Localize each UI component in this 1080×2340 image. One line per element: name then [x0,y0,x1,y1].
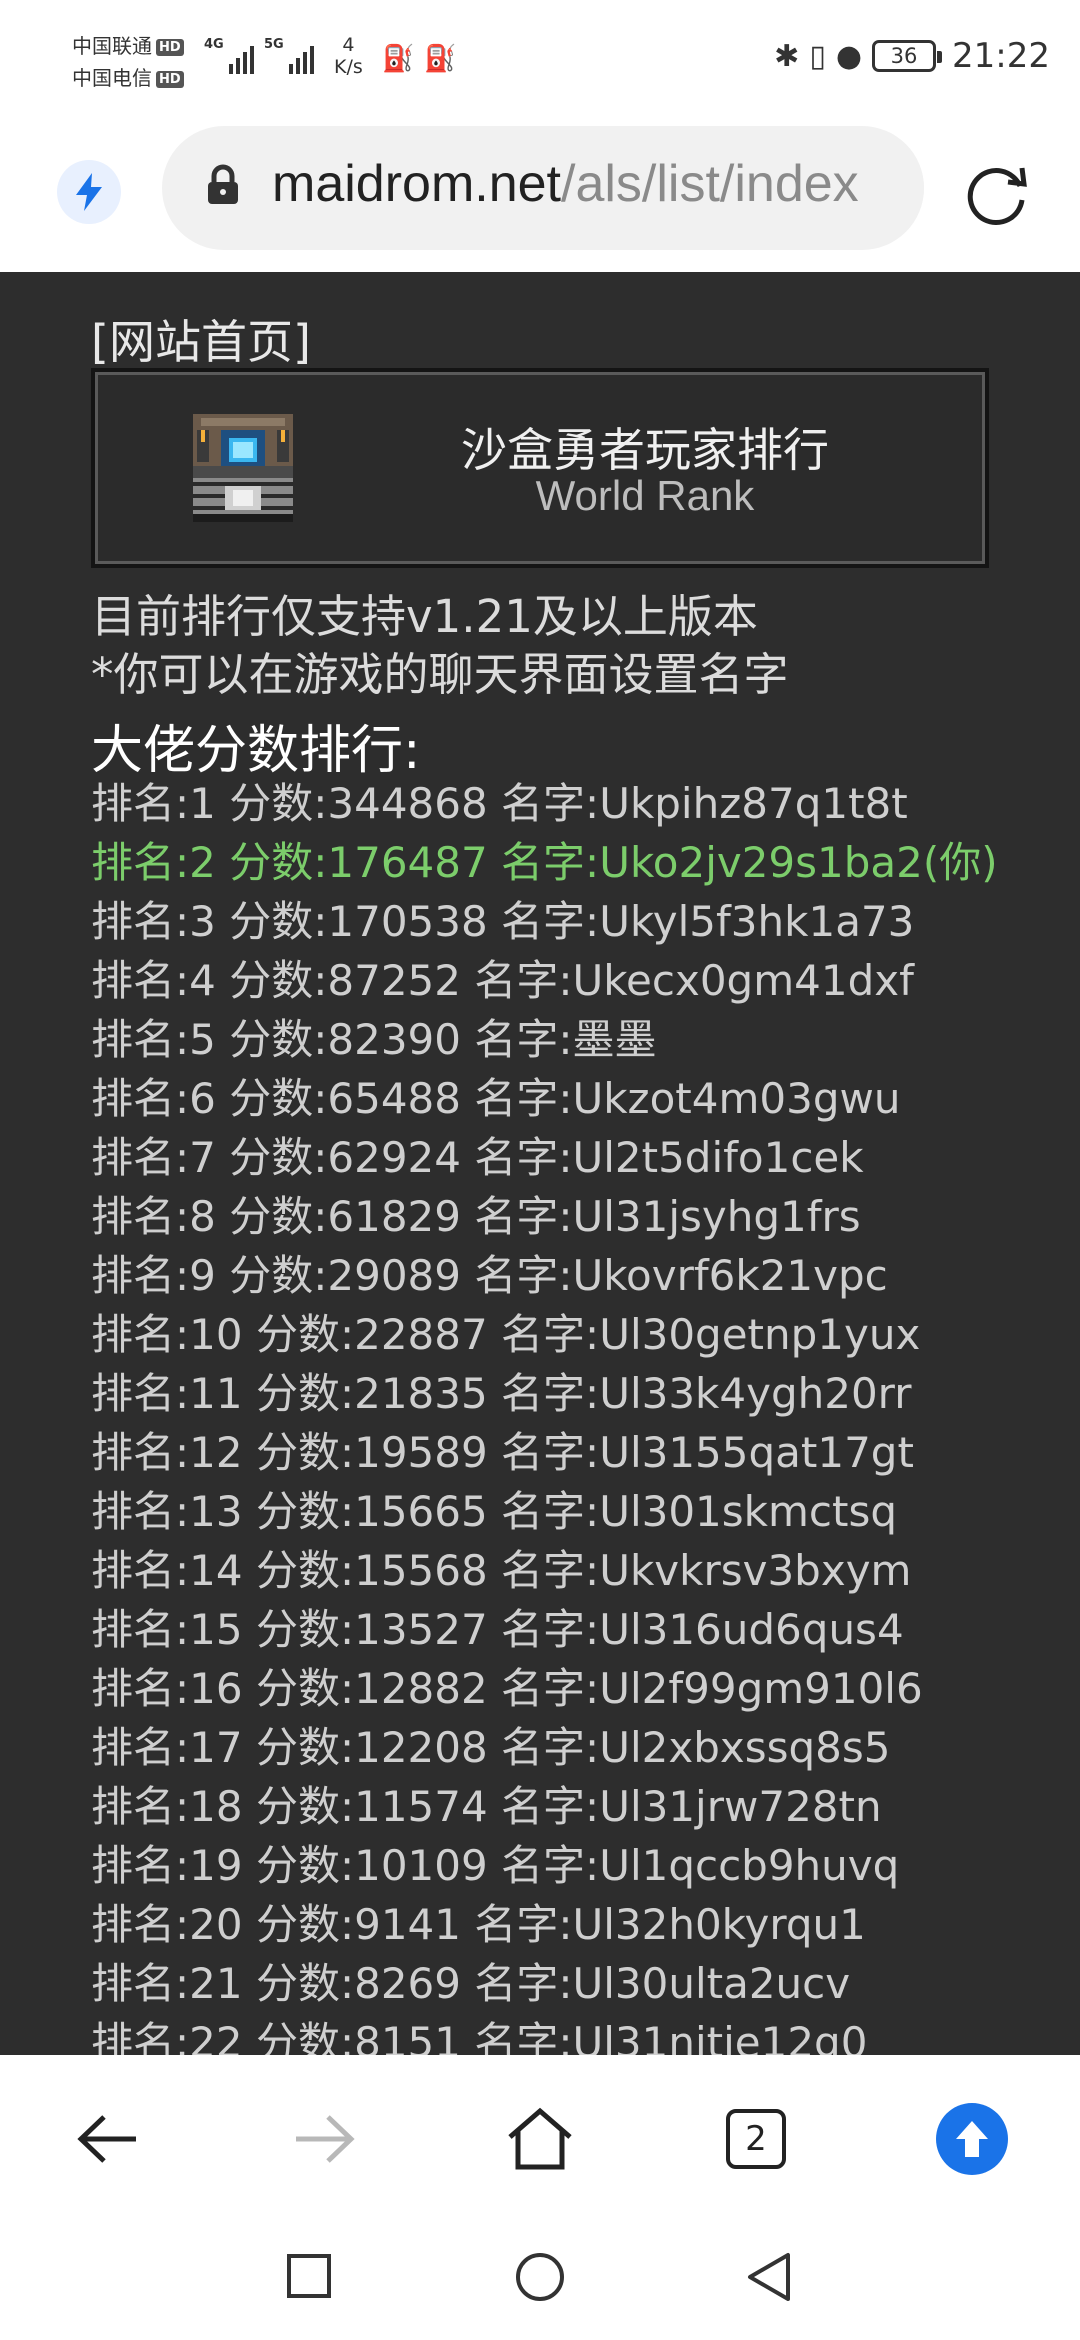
ranking-row: 排名:15 分数:13527 名字:Ul316ud6qus4 [91,1605,904,1654]
lightning-icon[interactable] [57,160,121,224]
ranking-row: 排名:10 分数:22887 名字:Ul30getnp1yux [91,1310,921,1359]
hd-badge: HD [156,71,184,88]
back-arrow-icon [77,2115,136,2163]
signal-icon: 4G [204,38,254,74]
browser-bottom-nav: 2 [0,2055,1080,2225]
ranking-row: 排名:20 分数:9141 名字:Ul32h0kyrqu1 [91,1900,866,1949]
ranking-row: 排名:22 分数:8151 名字:Ul31nitie12g0 [91,2018,868,2055]
home-button[interactable] [504,2103,576,2175]
notification-icon: ⛽ [424,44,457,74]
ranking-row: 排名:12 分数:19589 名字:Ul3155qat17gt [91,1428,914,1477]
ranking-row: 排名:1 分数:344868 名字:Ukpihz87q1t8t [91,779,908,828]
ranking-row: 排名:16 分数:12882 名字:Ul2f99gm910l6 [91,1664,923,1713]
bluetooth-icon: ✱ [774,38,800,74]
rank-banner: 沙盒勇者玩家排行 World Rank [91,368,989,568]
ranking-row: 排名:5 分数:82390 名字:墨墨 [91,1015,657,1064]
forward-arrow-icon [296,2115,355,2163]
ranking-row: 排名:8 分数:61829 名字:Ul31jsyhg1frs [91,1192,861,1241]
carrier-2: 中国电信 [72,66,152,90]
tabs-button[interactable]: 2 [720,2103,792,2175]
ranking-row: 排名:17 分数:12208 名字:Ul2xbxssq8s5 [91,1723,891,1772]
tab-count: 2 [726,2109,786,2169]
system-nav-bar [0,2225,1080,2340]
home-circle-icon[interactable] [514,2251,566,2303]
ranking-row: 排名:4 分数:87252 名字:Ukecx0gm41dxf [91,956,914,1005]
name-notice: *你可以在游戏的聊天界面设置名字 [91,648,789,701]
banner-subtitle: World Rank [535,472,755,519]
battery-icon: 36 [872,40,943,72]
address-bar[interactable]: maidrom.net/als/list/index [162,126,924,250]
back-button[interactable] [72,2103,144,2175]
clock: 21:22 [952,36,1050,76]
back-triangle-icon[interactable] [744,2251,794,2303]
ranking-heading: 大佬分数排行: [91,721,421,781]
ranking-row: 排名:21 分数:8269 名字:Ul30ulta2ucv [91,1959,851,2008]
recents-icon[interactable] [284,2251,334,2301]
status-right: ✱ ▯ ● 36 21:22 [774,36,1050,76]
status-bar: 中国联通 HD 中国电信 HD 4G 5G 4 K/s ⛽ ⛽ ✱ ▯ ● 36 2… [0,0,1080,120]
ranking-row: 排名:11 分数:21835 名字:Ul33k4ygh20rr [91,1369,912,1418]
ranking-row: 排名:13 分数:15665 名字:Ul301skmctsq [91,1487,897,1536]
version-notice: 目前排行仅支持v1.21及以上版本 [91,590,758,643]
carrier-1: 中国联通 [72,34,152,58]
lock-icon [208,164,238,204]
banner-title: 沙盒勇者玩家排行 [461,423,829,477]
ranking-row: 排名:7 分数:62924 名字:Ul2t5difo1cek [91,1133,864,1182]
ranking-row: 排名:3 分数:170538 名字:Ukyl5f3hk1a73 [91,897,915,946]
scroll-top-button[interactable] [936,2103,1008,2175]
up-arrow-icon [936,2103,1008,2175]
ranking-row: 排名:18 分数:11574 名字:Ul31jrw728tn [91,1782,882,1831]
ranking-list: 排名:1 分数:344868 名字:Ukpihz87q1t8t 排名:2 分数:1… [91,774,998,2055]
url-domain: maidrom.net [272,155,561,213]
hd-badge: HD [156,39,184,56]
signal-icon: 5G [264,38,314,74]
forward-button[interactable] [288,2103,360,2175]
vibrate-icon: ▯ [809,38,826,74]
url-text: maidrom.net/als/list/index [272,154,859,214]
ranking-row: 排名:14 分数:15568 名字:Ukvkrsv3bxym [91,1546,912,1595]
location-icon: ● [835,38,863,74]
home-icon [508,2107,572,2170]
home-link[interactable]: [网站首页] [91,306,311,372]
network-speed: 4 K/s [334,34,363,78]
web-page: [网站首页] 沙盒勇者玩家排行 World Rank 目前排行仅支持v1.21及… [0,272,1080,2055]
url-path: /als/list/index [561,155,859,213]
reload-icon[interactable] [962,158,1032,228]
notification-icon: ⛽ [382,44,415,74]
browser-toolbar: maidrom.net/als/list/index [0,120,1080,272]
ranking-row: 排名:6 分数:65488 名字:Ukzot4m03gwu [91,1074,901,1123]
carrier-info: 中国联通 HD 中国电信 HD [72,30,184,94]
ranking-row: 排名:9 分数:29089 名字:Ukovrf6k21vpc [91,1251,888,1300]
ranking-row-current-user: 排名:2 分数:176487 名字:Uko2jv29s1ba2(你) [91,838,998,887]
ranking-row: 排名:19 分数:10109 名字:Ul1qccb9huvq [91,1841,900,1890]
